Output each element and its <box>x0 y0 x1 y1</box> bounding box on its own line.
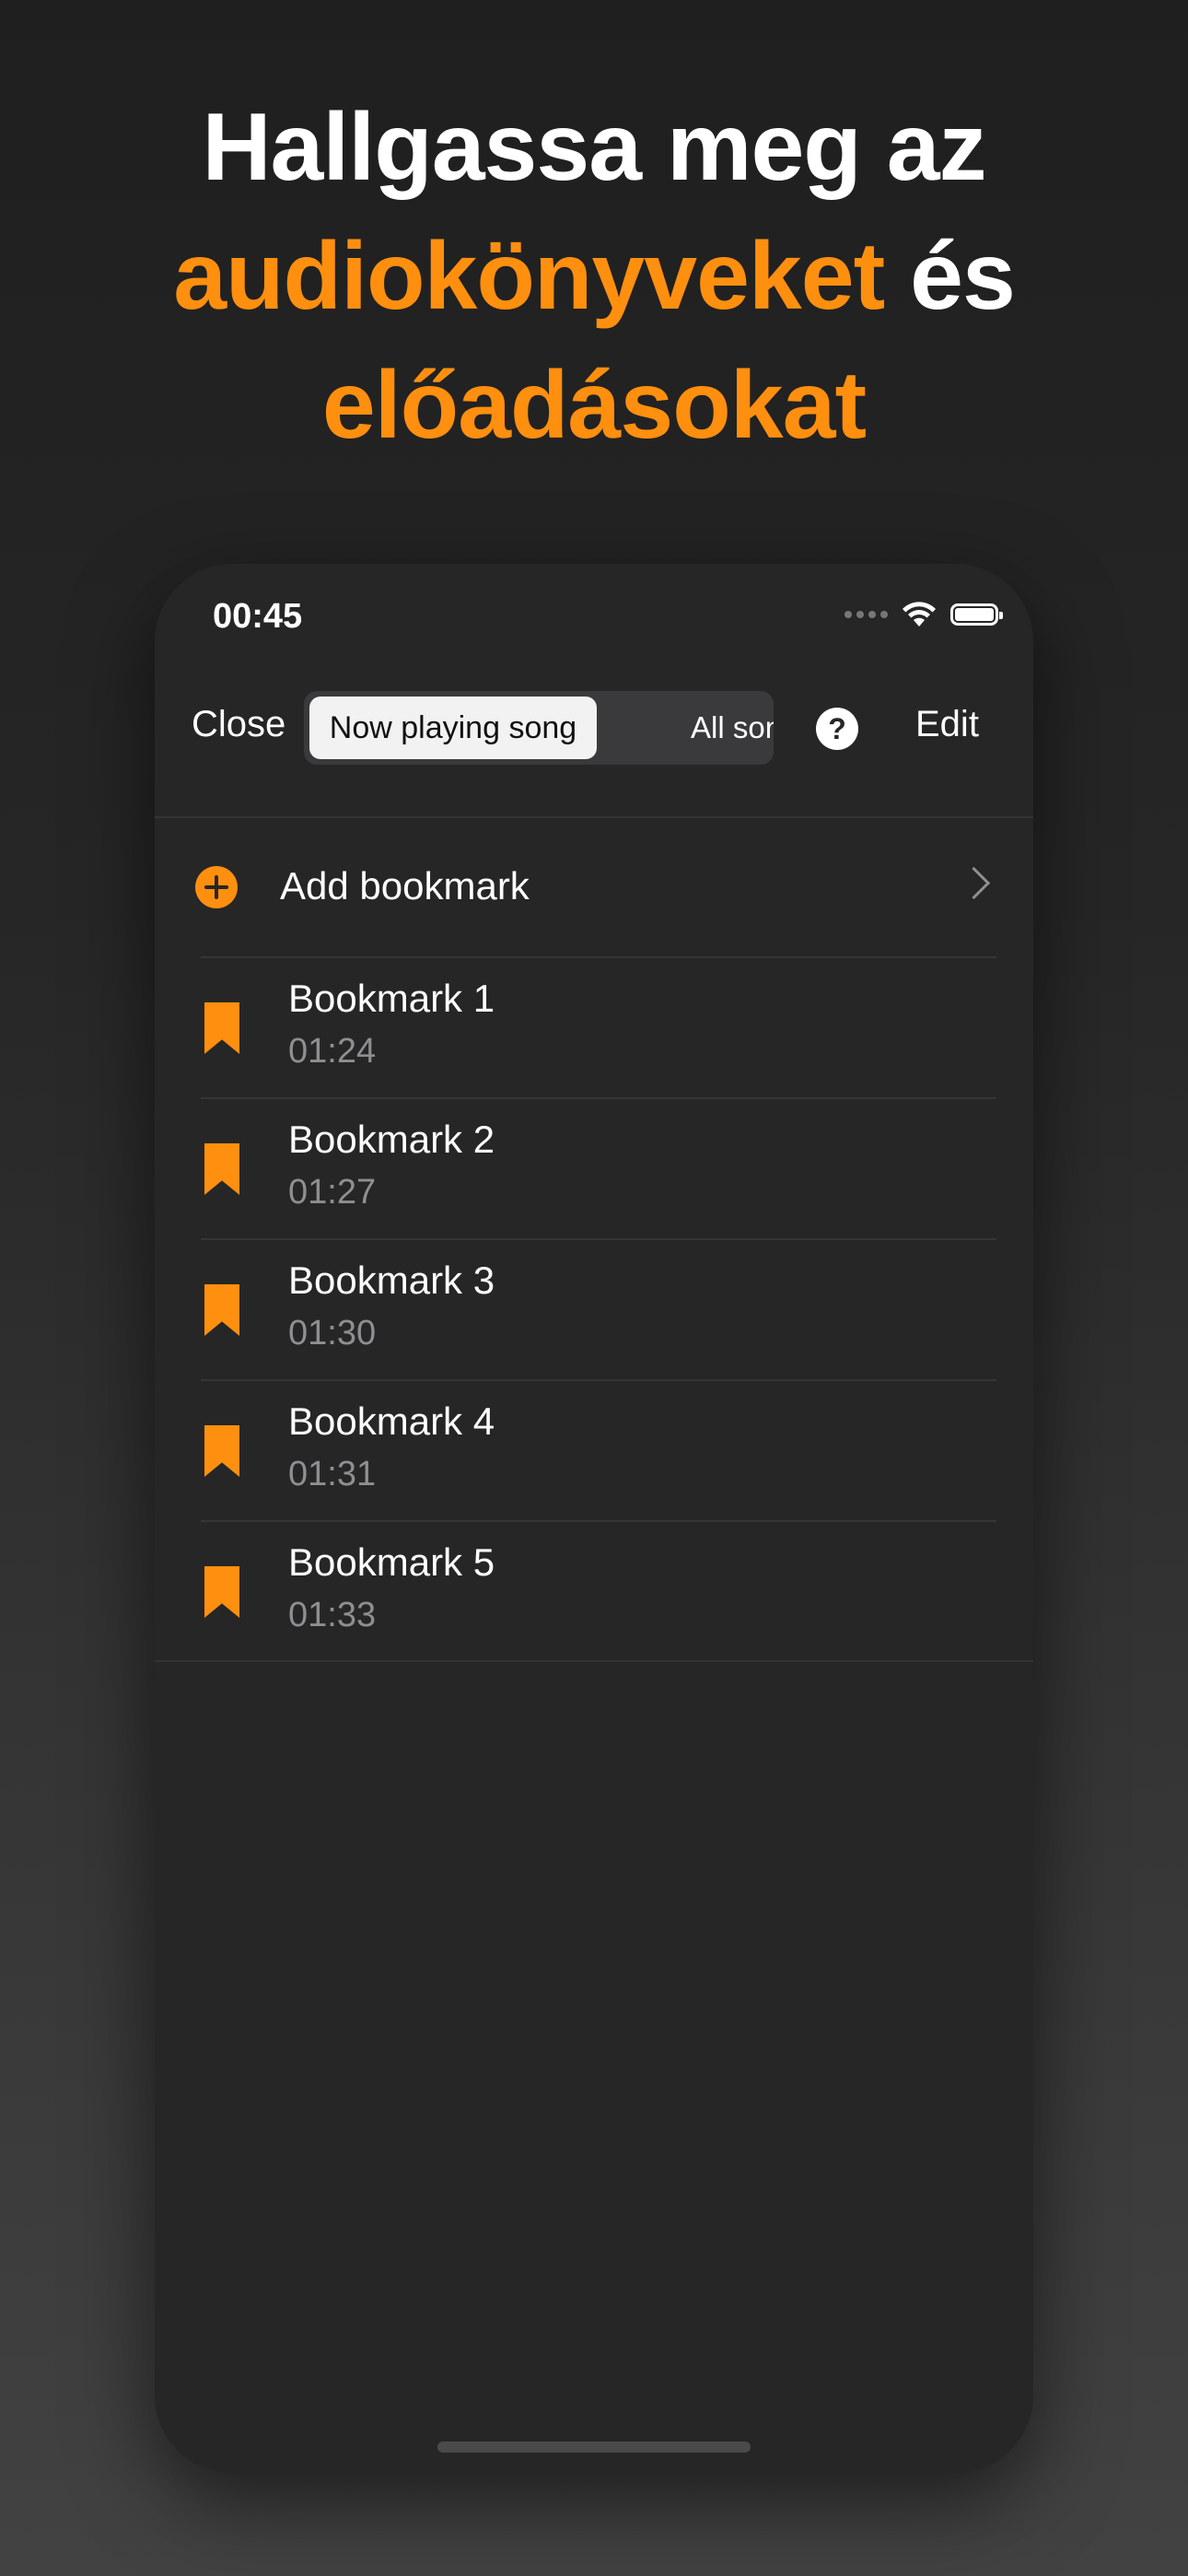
bookmark-time: 01:33 <box>288 1596 377 1634</box>
headline-line-1: Hallgassa meg az <box>202 94 986 201</box>
bookmark-title: Bookmark 1 <box>288 977 495 1020</box>
bookmark-title: Bookmark 5 <box>288 1540 495 1584</box>
bookmark-icon <box>204 1143 239 1195</box>
segmented-control: Now playing song All songs <box>304 691 774 765</box>
plus-circle-icon <box>195 866 238 908</box>
status-time: 00:45 <box>213 597 303 636</box>
bookmark-row[interactable]: Bookmark 5 01:33 <box>155 1520 1033 1661</box>
help-icon[interactable]: ? <box>816 708 858 750</box>
bookmark-row[interactable]: Bookmark 3 01:30 <box>155 1238 1033 1379</box>
divider <box>155 1660 1033 1662</box>
bookmark-row[interactable]: Bookmark 1 01:24 <box>155 956 1033 1097</box>
bookmark-title: Bookmark 3 <box>288 1259 495 1302</box>
bookmark-icon <box>204 1425 239 1477</box>
headline-accent-audiobooks: audiokönyveket <box>173 223 885 330</box>
bookmark-list: Bookmark 1 01:24 Bookmark 2 01:27 Bookma… <box>155 956 1033 1661</box>
bookmark-title: Bookmark 4 <box>288 1399 495 1443</box>
chevron-right-icon <box>957 866 991 900</box>
bookmark-time: 01:31 <box>288 1455 377 1493</box>
bookmark-time: 01:27 <box>288 1173 377 1212</box>
bookmark-row[interactable]: Bookmark 4 01:31 <box>155 1379 1033 1520</box>
add-bookmark-row[interactable]: Add bookmark <box>155 818 1033 956</box>
phone-frame: 00:45 Close Now playing song All songs ?… <box>155 564 1033 2473</box>
bookmark-row[interactable]: Bookmark 2 01:27 <box>155 1097 1033 1238</box>
promo-headline: Hallgassa meg az audiokönyveket és előad… <box>0 83 1188 470</box>
bookmark-time: 01:30 <box>288 1314 377 1352</box>
segment-all-songs[interactable]: All songs <box>691 691 774 765</box>
headline-line-2: audiokönyveket és <box>0 212 1188 341</box>
close-button[interactable]: Close <box>192 704 285 745</box>
battery-icon <box>950 603 1003 626</box>
home-indicator[interactable] <box>437 2441 751 2453</box>
bookmark-icon <box>204 1566 239 1618</box>
segment-now-playing-song[interactable]: Now playing song <box>309 697 597 759</box>
edit-button[interactable]: Edit <box>915 704 979 745</box>
navigation-bar: Close Now playing song All songs ? Edit <box>155 682 1033 778</box>
headline-accent-lectures: előadásokat <box>321 352 867 459</box>
status-icons <box>844 601 1003 628</box>
bookmark-icon <box>204 1002 239 1054</box>
wifi-icon <box>903 602 936 626</box>
headline-line-3: előadásokat <box>0 341 1188 470</box>
add-bookmark-label: Add bookmark <box>280 864 530 907</box>
bookmark-title: Bookmark 2 <box>288 1118 495 1161</box>
headline-connector: és <box>884 223 1016 330</box>
bookmark-icon <box>204 1284 239 1336</box>
cellular-signal-icon <box>844 611 888 618</box>
bookmark-time: 01:24 <box>288 1032 377 1071</box>
